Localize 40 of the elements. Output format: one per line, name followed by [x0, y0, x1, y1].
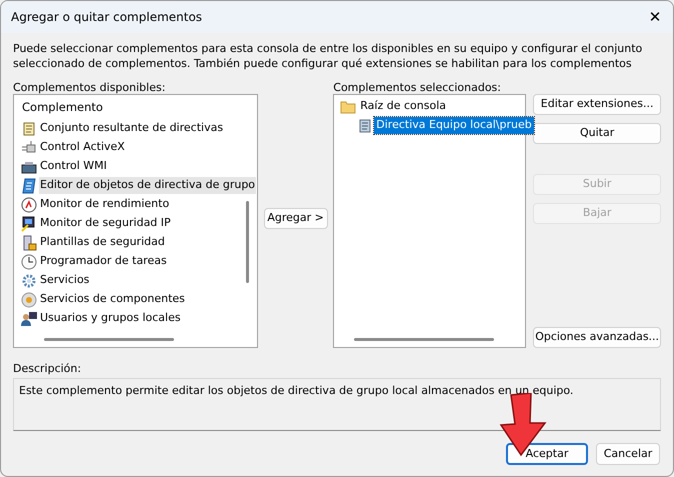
scroll-icon — [21, 178, 37, 194]
scrollbar-thumb[interactable] — [354, 338, 494, 341]
list-item[interactable]: Servicios — [39, 272, 90, 289]
list-item[interactable]: Monitor de rendimiento — [39, 196, 170, 213]
component-icon — [21, 140, 37, 156]
list-item[interactable]: Conjunto resultante de directivas — [39, 120, 224, 137]
window-title: Agregar o quitar complementos — [11, 9, 202, 26]
list-item[interactable]: Servicios de componentes — [39, 291, 186, 308]
list-item[interactable]: Usuarios y grupos locales — [39, 310, 182, 327]
side-button[interactable]: Editar extensiones... — [533, 94, 661, 115]
users-icon — [21, 310, 37, 326]
cancel-button[interactable]: Cancelar — [596, 443, 660, 465]
ok-button[interactable]: Aceptar — [506, 443, 588, 465]
component-icon — [21, 292, 37, 308]
list-item[interactable]: Programador de tareas — [39, 253, 168, 270]
folder-icon — [340, 98, 356, 114]
tree-item[interactable]: Directiva Equipo local\prueb — [374, 117, 534, 134]
list-item[interactable]: Control WMI — [39, 158, 108, 175]
description-label: Descripción: — [12, 361, 82, 377]
server-lock-icon — [21, 234, 37, 250]
list-label: Complementos disponibles: — [13, 81, 166, 94]
clock-icon — [21, 254, 37, 270]
add-button[interactable]: Agregar > — [264, 208, 328, 229]
list-item[interactable]: Control ActiveX — [39, 139, 126, 156]
advanced-options-button[interactable]: Opciones avanzadas... — [533, 327, 661, 348]
list-item[interactable]: Monitor de seguridad IP — [39, 215, 172, 232]
list-item[interactable]: Plantillas de seguridad — [39, 234, 166, 251]
scroll-icon — [21, 120, 37, 136]
list-item[interactable]: Editor de objetos de directiva de grupo — [39, 177, 256, 194]
tree-item[interactable]: Raíz de consola — [358, 98, 448, 115]
scrollbar-thumb[interactable] — [246, 201, 249, 283]
gauge-icon — [21, 196, 37, 212]
list-label: Complementos seleccionados: — [333, 81, 502, 94]
computer-lock-icon — [21, 216, 37, 232]
side-button[interactable]: Quitar — [533, 123, 661, 144]
close-button[interactable]: ✕ — [637, 1, 673, 33]
scrollbar-thumb[interactable] — [44, 338, 174, 341]
column-header[interactable]: Complemento — [16, 97, 255, 119]
gear-icon — [21, 272, 37, 288]
intro-text: Puede seleccionar complementos para esta consola de entre los disponibles en su equipo y configurar el conjunto seleccionado de complementos. También puede configurar qué extensiones se habilitan para los complementos — [12, 41, 644, 72]
